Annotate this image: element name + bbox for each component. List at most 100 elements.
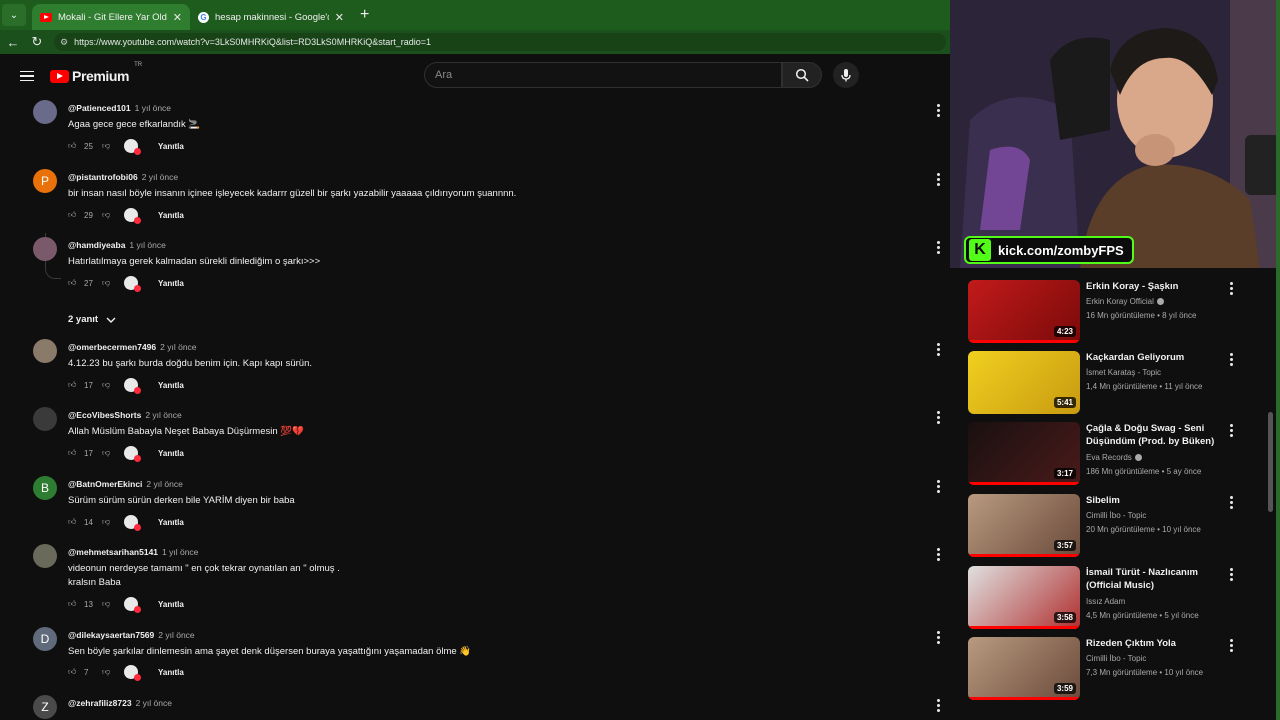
author-name[interactable]: @hamdiyeaba [68, 240, 125, 250]
more-options-icon[interactable] [935, 480, 941, 493]
reply-button[interactable]: Yanıtla [158, 381, 184, 390]
thumbs-up-icon[interactable]: 👍︎ [68, 517, 80, 527]
search-input[interactable] [435, 69, 781, 81]
view-replies-button[interactable]: 2 yanıt [68, 314, 116, 325]
author-name[interactable]: @Patienced101 [68, 103, 131, 113]
more-options-icon[interactable] [935, 631, 941, 644]
thumbs-up-icon[interactable]: 👍︎ [68, 667, 80, 677]
reply-button[interactable]: Yanıtla [158, 600, 184, 609]
thumbs-up-icon[interactable]: 👍︎ [68, 210, 80, 220]
thumbs-down-icon[interactable]: 👎︎ [102, 517, 114, 527]
thumbs-up-icon[interactable]: 👍︎ [68, 599, 80, 609]
channel-name[interactable]: Issız Adam [1086, 597, 1125, 606]
thumbs-up-icon[interactable]: 👍︎ [68, 141, 80, 151]
thumbs-up-icon[interactable]: 👍︎ [68, 448, 80, 458]
more-options-icon[interactable] [935, 104, 941, 117]
video-thumbnail[interactable]: 3:17 [968, 422, 1080, 485]
video-title[interactable]: Çağla & Doğu Swag - Seni Düşündüm (Prod.… [1086, 422, 1226, 448]
recommendation-item[interactable]: 3:17 Çağla & Doğu Swag - Seni Düşündüm (… [968, 422, 1268, 490]
more-options-icon[interactable] [935, 241, 941, 254]
close-tab-icon[interactable]: ✕ [335, 11, 344, 24]
more-options-icon[interactable] [935, 173, 941, 186]
thumbs-down-icon[interactable]: 👎︎ [102, 141, 114, 151]
reply-button[interactable]: Yanıtla [158, 449, 184, 458]
video-title[interactable]: Sibelim [1086, 494, 1226, 507]
video-title[interactable]: Erkin Koray - Şaşkın [1086, 280, 1226, 293]
author-name[interactable]: @BatnOmerEkinci [68, 479, 142, 489]
browser-tab-google[interactable]: G hesap makinnesi - Google'da Ara ✕ [190, 4, 352, 30]
avatar[interactable] [33, 544, 57, 568]
avatar[interactable]: D [33, 627, 57, 651]
author-name[interactable]: @mehmetsarihan5141 [68, 547, 158, 557]
more-options-icon[interactable] [1228, 568, 1234, 581]
avatar[interactable] [33, 407, 57, 431]
tab-search-button[interactable]: ⌄ [2, 4, 26, 26]
comment-time[interactable]: 2 yıl önce [158, 630, 194, 640]
recommendation-item[interactable]: 3:58 İsmail Türüt - Nazlıcanım (Official… [968, 566, 1268, 634]
avatar[interactable]: B [33, 476, 57, 500]
reply-button[interactable]: Yanıtla [158, 518, 184, 527]
comment-time[interactable]: 2 yıl önce [136, 698, 172, 708]
reply-button[interactable]: Yanıtla [158, 142, 184, 151]
video-thumbnail[interactable]: 3:58 [968, 566, 1080, 629]
channel-name[interactable]: Cimilli İbo - Topic [1086, 654, 1146, 663]
more-options-icon[interactable] [1228, 353, 1234, 366]
author-name[interactable]: @dilekaysaertan7569 [68, 630, 154, 640]
channel-name[interactable]: Erkin Koray Official [1086, 297, 1164, 306]
avatar[interactable] [33, 100, 57, 124]
new-tab-button[interactable]: + [360, 6, 369, 24]
voice-search-button[interactable] [833, 62, 859, 88]
comment-time[interactable]: 2 yıl önce [145, 410, 181, 420]
url-field[interactable]: ⚙ https://www.youtube.com/watch?v=3LkS0M… [54, 33, 946, 51]
sidebar-scrollbar[interactable] [1268, 412, 1273, 512]
thumbs-down-icon[interactable]: 👎︎ [102, 448, 114, 458]
more-options-icon[interactable] [935, 699, 941, 712]
youtube-logo[interactable]: Premium TR [50, 62, 142, 84]
recommendation-item[interactable]: 4:23 Erkin Koray - Şaşkın Erkin Koray Of… [968, 280, 1268, 348]
video-title[interactable]: İsmail Türüt - Nazlıcanım (Official Musi… [1086, 566, 1226, 592]
reload-icon[interactable]: ↻ [26, 34, 48, 50]
reply-button[interactable]: Yanıtla [158, 668, 184, 677]
video-thumbnail[interactable]: 3:57 [968, 494, 1080, 557]
site-info-icon[interactable]: ⚙ [60, 37, 68, 48]
author-name[interactable]: @omerbecermen7496 [68, 342, 156, 352]
thumbs-down-icon[interactable]: 👎︎ [102, 667, 114, 677]
video-thumbnail[interactable]: 4:23 [968, 280, 1080, 343]
avatar[interactable] [33, 339, 57, 363]
author-name[interactable]: @zehrafiliz8723 [68, 698, 132, 708]
thumbs-down-icon[interactable]: 👎︎ [102, 210, 114, 220]
recommendation-item[interactable]: 5:41 Kaçkardan Geliyorum İsmet Karataş -… [968, 351, 1268, 419]
reply-button[interactable]: Yanıtla [158, 279, 184, 288]
reply-button[interactable]: Yanıtla [158, 211, 184, 220]
thumbs-down-icon[interactable]: 👎︎ [102, 278, 114, 288]
more-options-icon[interactable] [935, 343, 941, 356]
more-options-icon[interactable] [1228, 424, 1234, 437]
thumbs-down-icon[interactable]: 👎︎ [102, 599, 114, 609]
recommendation-item[interactable]: 3:57 Sibelim Cimilli İbo - Topic 20 Mn g… [968, 494, 1268, 562]
comment-time[interactable]: 2 yıl önce [146, 479, 182, 489]
browser-tab-youtube[interactable]: Mokali - Git Ellere Yar Olda Git #bi ✕ [32, 4, 190, 30]
video-title[interactable]: Kaçkardan Geliyorum [1086, 351, 1226, 364]
avatar[interactable] [33, 237, 57, 261]
avatar[interactable]: Z [33, 695, 57, 719]
video-thumbnail[interactable]: 3:59 [968, 637, 1080, 700]
author-name[interactable]: @EcoVibesShorts [68, 410, 141, 420]
comment-time[interactable]: 1 yıl önce [162, 547, 198, 557]
thumbs-down-icon[interactable]: 👎︎ [102, 380, 114, 390]
recommendation-item[interactable]: 3:59 Rizeden Çıktım Yola Cimilli İbo - T… [968, 637, 1268, 705]
comment-time[interactable]: 1 yıl önce [129, 240, 165, 250]
video-title[interactable]: Rizeden Çıktım Yola [1086, 637, 1226, 650]
menu-icon[interactable] [20, 70, 34, 82]
more-options-icon[interactable] [1228, 282, 1234, 295]
thumbs-up-icon[interactable]: 👍︎ [68, 278, 80, 288]
comment-time[interactable]: 2 yıl önce [160, 342, 196, 352]
more-options-icon[interactable] [935, 411, 941, 424]
channel-name[interactable]: Cimilli İbo - Topic [1086, 511, 1146, 520]
comment-time[interactable]: 1 yıl önce [135, 103, 171, 113]
channel-name[interactable]: Eva Records [1086, 453, 1142, 462]
back-arrow-icon[interactable]: ← [2, 35, 24, 50]
more-options-icon[interactable] [935, 548, 941, 561]
video-thumbnail[interactable]: 5:41 [968, 351, 1080, 414]
search-button[interactable] [782, 62, 822, 88]
comment-time[interactable]: 2 yıl önce [142, 172, 178, 182]
